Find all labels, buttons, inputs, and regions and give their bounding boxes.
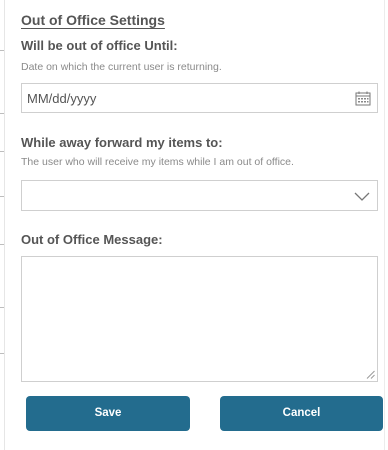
left-edge-tick xyxy=(0,353,4,354)
until-label: Will be out of office Until: xyxy=(21,38,178,53)
left-edge-tick xyxy=(0,307,4,308)
cancel-button[interactable]: Cancel xyxy=(220,396,383,431)
chevron-down-icon[interactable] xyxy=(354,190,370,202)
page-title: Out of Office Settings xyxy=(21,12,165,28)
save-button[interactable]: Save xyxy=(26,396,190,431)
forward-user-select[interactable] xyxy=(21,180,378,211)
left-edge-tick xyxy=(0,196,4,197)
left-edge-tick xyxy=(0,244,4,245)
panel-right-border xyxy=(384,0,385,450)
until-hint: Date on which the current user is return… xyxy=(21,61,222,73)
panel-left-border xyxy=(4,0,5,450)
forward-label: While away forward my items to: xyxy=(21,135,223,150)
return-date-input[interactable]: MM/dd/yyyy xyxy=(21,83,378,113)
resize-handle-icon[interactable] xyxy=(366,370,375,379)
message-label: Out of Office Message: xyxy=(21,232,163,247)
left-edge-tick xyxy=(0,50,4,51)
left-edge-tick xyxy=(0,113,4,114)
forward-hint: The user who will receive my items while… xyxy=(21,156,294,168)
message-textarea[interactable] xyxy=(21,256,378,382)
return-date-placeholder: MM/dd/yyyy xyxy=(27,91,97,106)
left-edge-tick xyxy=(0,151,4,152)
calendar-icon[interactable] xyxy=(355,91,371,106)
out-of-office-panel: Out of Office Settings Will be out of of… xyxy=(0,0,388,450)
